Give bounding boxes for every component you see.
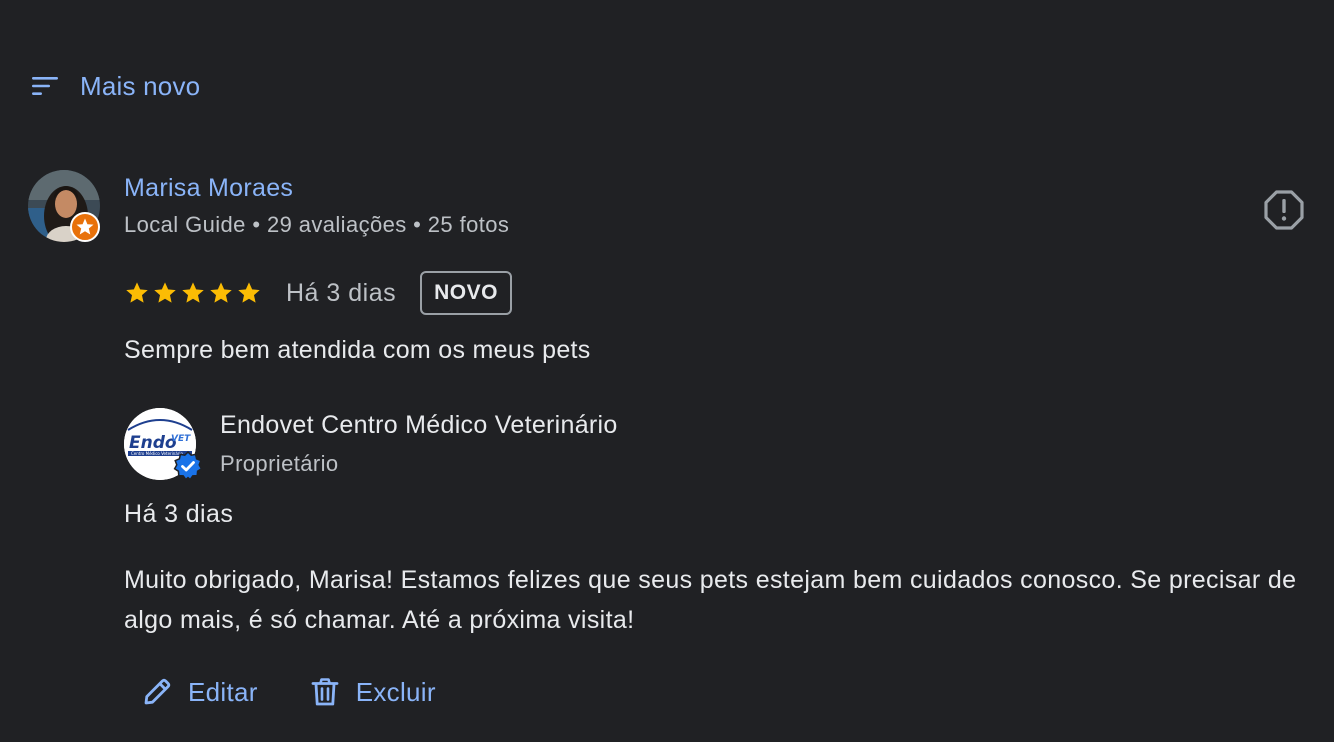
review-text: Sempre bem atendida com os meus pets <box>124 336 591 364</box>
new-badge: NOVO <box>420 271 512 315</box>
edit-label: Editar <box>188 676 258 707</box>
reviewer-meta: Local Guide • 29 avaliações • 25 fotos <box>124 212 510 237</box>
star-icon <box>126 282 148 303</box>
reviewer-avatar[interactable] <box>28 170 100 242</box>
report-icon <box>1262 190 1306 236</box>
sort-label: Mais novo <box>80 70 201 101</box>
svg-text:Endo: Endo <box>129 433 177 453</box>
delete-button[interactable]: Excluir <box>308 675 436 709</box>
trash-icon <box>308 675 342 709</box>
pencil-icon <box>140 675 174 709</box>
edit-button[interactable]: Editar <box>140 675 258 709</box>
sort-icon <box>30 74 60 98</box>
verified-icon <box>172 450 204 482</box>
star-icon <box>238 282 260 303</box>
sort-button[interactable]: Mais novo <box>30 68 200 104</box>
star-icon <box>182 282 204 303</box>
report-button[interactable] <box>1262 188 1306 232</box>
star-icon <box>154 282 176 303</box>
owner-role: Proprietário <box>220 451 339 476</box>
local-guide-badge-icon <box>70 212 100 242</box>
response-date: Há 3 dias <box>124 500 234 528</box>
rating-row: Há 3 dias NOVO <box>124 268 512 318</box>
owner-avatar[interactable]: Endo VET Centro Médico Veterinário <box>124 408 203 482</box>
star-rating <box>124 280 262 306</box>
owner-name[interactable]: Endovet Centro Médico Veterinário <box>220 411 618 440</box>
delete-label: Excluir <box>355 676 436 707</box>
star-icon <box>210 282 232 303</box>
response-text: Muito obrigado, Marisa! Estamos felizes … <box>124 566 1297 634</box>
review-date: Há 3 dias <box>286 278 397 307</box>
reviewer-name[interactable]: Marisa Moraes <box>124 174 293 203</box>
svg-text:VET: VET <box>171 434 191 444</box>
response-actions: Editar Excluir <box>140 668 436 716</box>
review-panel: Mais novo Marisa Moraes Local Guide • 29… <box>0 0 1334 742</box>
